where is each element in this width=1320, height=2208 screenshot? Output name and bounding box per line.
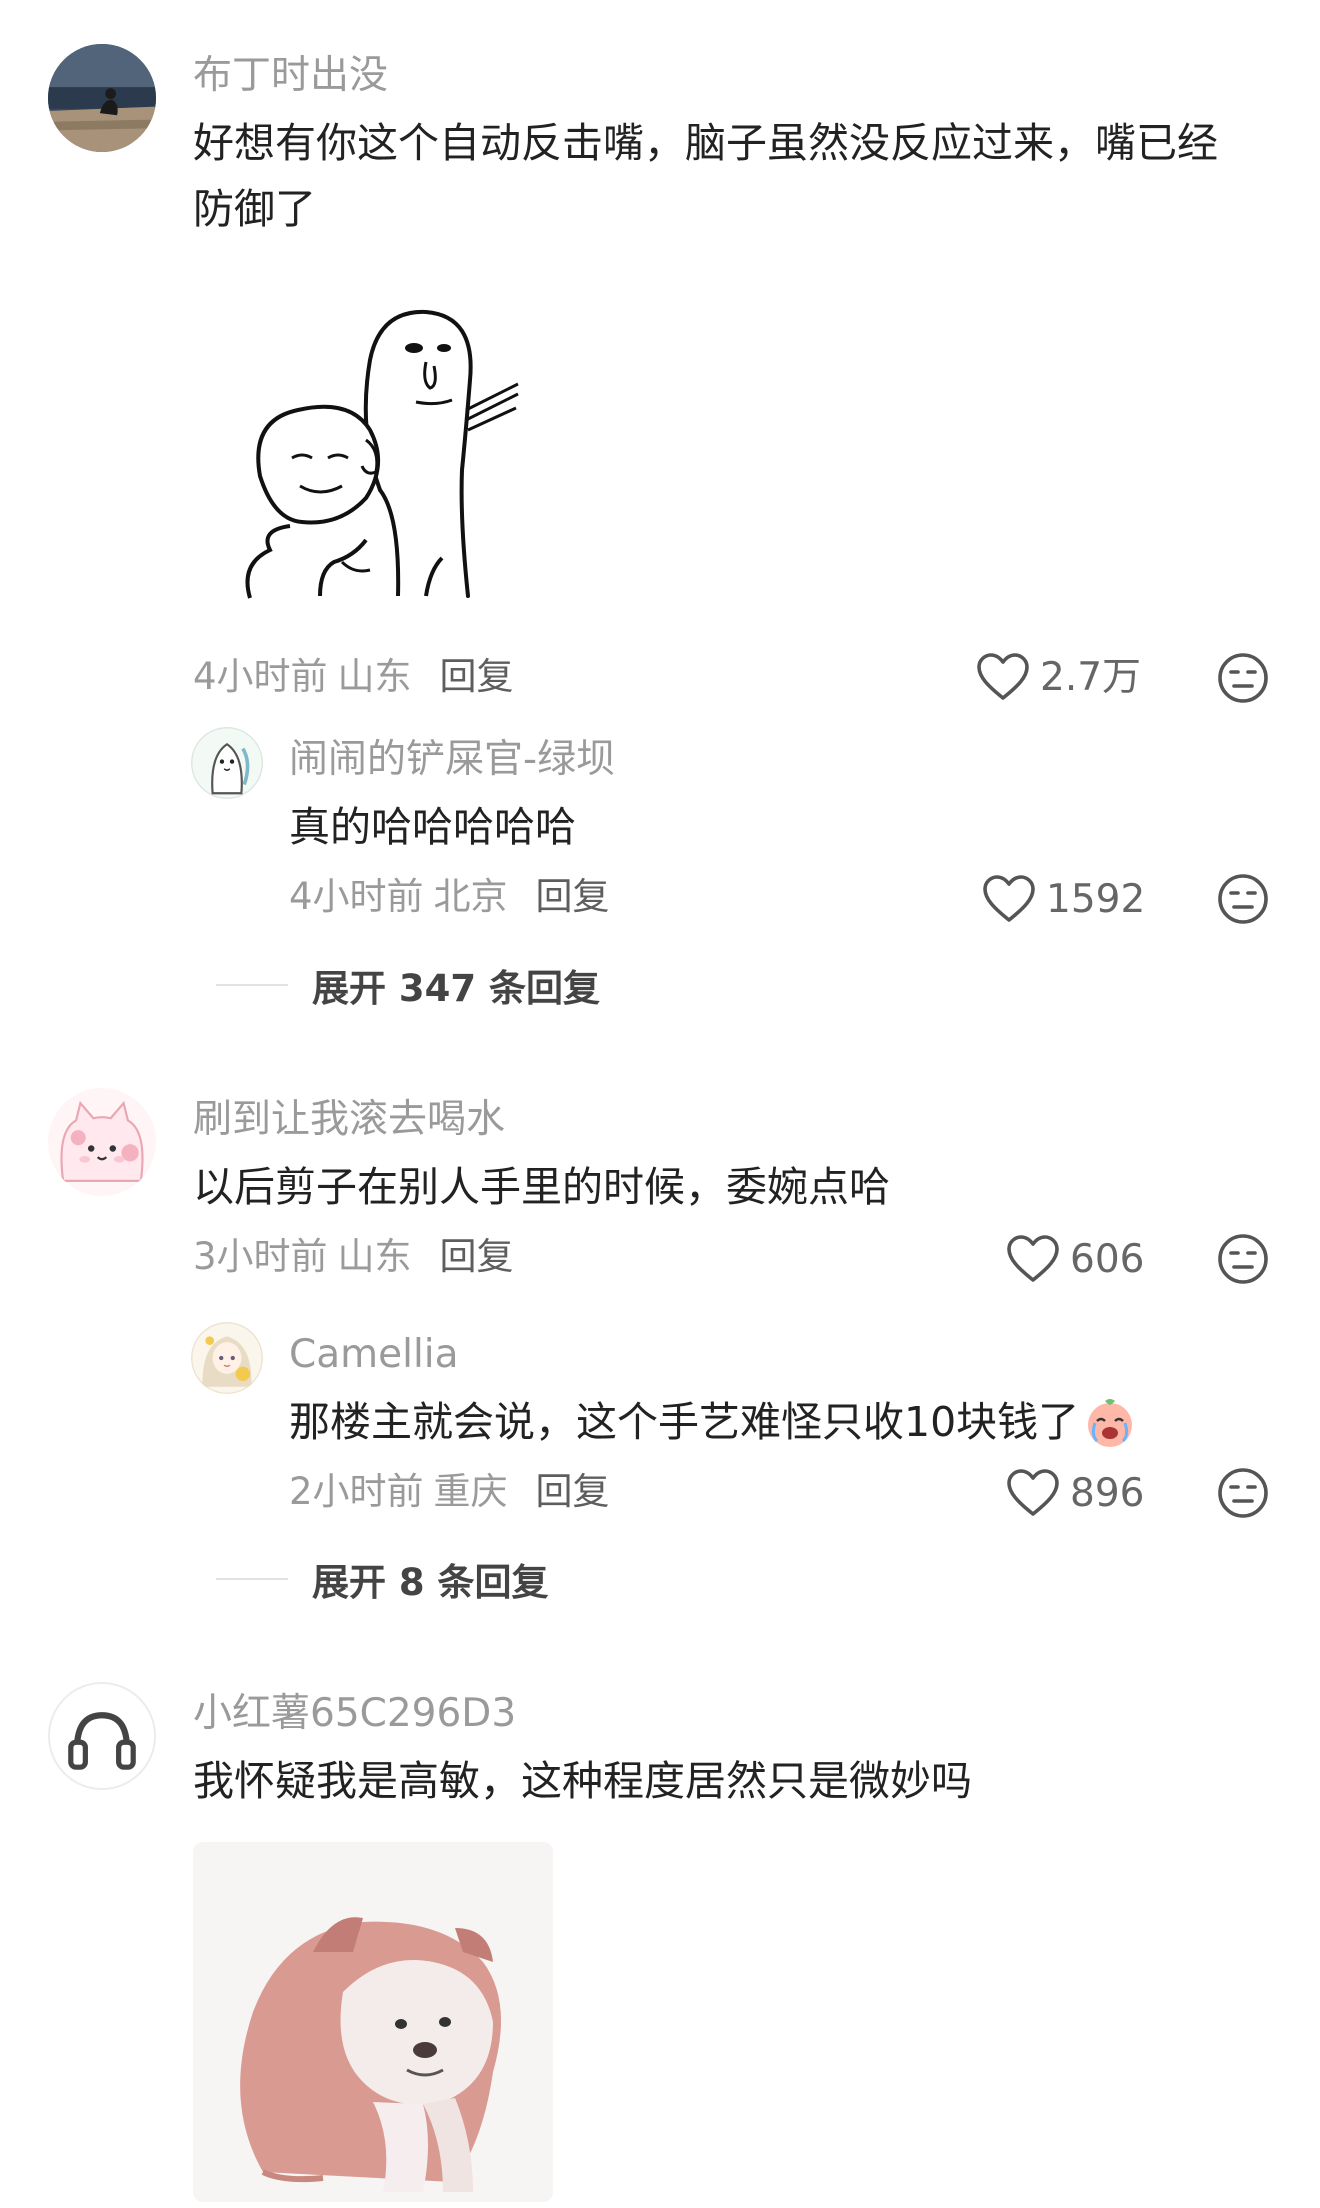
reply-meta: 4小时前 北京 回复 xyxy=(289,878,610,915)
meme-sticker-sad-dog[interactable] xyxy=(193,1842,553,2202)
avatar[interactable] xyxy=(48,1088,156,1196)
reply-button[interactable]: 回复 xyxy=(440,655,514,698)
comment-meta: 3小时前 山东 回复 xyxy=(193,1238,514,1275)
avatar[interactable] xyxy=(48,1682,156,1790)
comment-text[interactable]: 我怀疑我是高敏，这种程度居然只是微妙吗 xyxy=(193,1748,1313,1814)
reply-text[interactable]: 那楼主就会说，这个手艺难怪只收10块钱了 xyxy=(289,1389,1079,1455)
like-button[interactable]: 1592 xyxy=(982,874,1145,924)
reply-text-row: 那楼主就会说，这个手艺难怪只收10块钱了 xyxy=(289,1389,1137,1455)
comment-text[interactable]: 好想有你这个自动反击嘴，脑子虽然没反应过来，嘴已经防御了 xyxy=(193,110,1253,242)
avatar-pink-cat-cartoon xyxy=(48,1088,156,1196)
heart-outline-icon xyxy=(1007,1235,1059,1282)
reply-location: 北京 xyxy=(433,875,508,918)
expand-replies-button[interactable]: 展开 347 条回复 xyxy=(216,958,600,1012)
like-button[interactable]: 896 xyxy=(1006,1468,1144,1518)
heart-outline-icon xyxy=(977,653,1029,700)
comment-username[interactable]: 布丁时出没 xyxy=(193,56,388,95)
comment-location: 山东 xyxy=(337,1235,412,1278)
comment-time: 3小时前 xyxy=(193,1235,328,1278)
expressionless-face-icon[interactable] xyxy=(1216,651,1270,705)
divider xyxy=(216,1578,288,1580)
like-count: 2.7万 xyxy=(1040,654,1142,700)
like-count: 896 xyxy=(1070,1470,1145,1516)
crying-face-emoji xyxy=(1083,1395,1137,1449)
avatar-anime-girl xyxy=(191,1322,263,1394)
expressionless-face-icon[interactable] xyxy=(1216,872,1270,926)
like-count: 606 xyxy=(1070,1236,1145,1282)
meme-sticker-bald-heads[interactable] xyxy=(230,300,530,600)
reply-username[interactable]: 闹闹的铲屎官-绿坝 xyxy=(289,740,615,779)
headphones-icon xyxy=(68,1712,136,1770)
comment-time: 4小时前 xyxy=(193,655,328,698)
avatar[interactable] xyxy=(191,727,263,799)
reply-time: 2小时前 xyxy=(289,1470,424,1513)
like-button[interactable]: 606 xyxy=(1006,1234,1144,1284)
like-button[interactable]: 2.7万 xyxy=(976,652,1141,702)
reply-location: 重庆 xyxy=(433,1470,508,1513)
comment-username[interactable]: 小红薯65C296D3 xyxy=(193,1694,516,1733)
reply-button[interactable]: 回复 xyxy=(440,1235,514,1278)
avatar[interactable] xyxy=(191,1322,263,1394)
expressionless-face-icon[interactable] xyxy=(1216,1232,1270,1286)
expressionless-face-icon[interactable] xyxy=(1216,1466,1270,1520)
reply-meta: 2小时前 重庆 回复 xyxy=(289,1473,610,1510)
comment-location: 山东 xyxy=(337,655,412,698)
heart-outline-icon xyxy=(983,875,1035,922)
expand-replies-button[interactable]: 展开 8 条回复 xyxy=(216,1552,549,1606)
heart-outline-icon xyxy=(1007,1469,1059,1516)
comment-text[interactable]: 以后剪子在别人手里的时候，委婉点哈 xyxy=(193,1154,1313,1220)
avatar-ghost-cartoon xyxy=(191,727,263,799)
comment-meta: 4小时前 山东 回复 xyxy=(193,658,514,695)
divider xyxy=(216,984,288,986)
reply-button[interactable]: 回复 xyxy=(536,1470,610,1513)
expand-replies-label: 展开 8 条回复 xyxy=(312,1561,549,1604)
reply-username[interactable]: Camellia xyxy=(289,1335,459,1374)
avatar-lakeside-photo xyxy=(48,44,156,152)
expand-replies-label: 展开 347 条回复 xyxy=(312,967,600,1010)
reply-text[interactable]: 真的哈哈哈哈哈 xyxy=(289,794,1269,860)
like-count: 1592 xyxy=(1046,876,1146,922)
comment-username[interactable]: 刷到让我滚去喝水 xyxy=(193,1100,505,1139)
reply-time: 4小时前 xyxy=(289,875,424,918)
avatar[interactable] xyxy=(48,44,156,152)
reply-button[interactable]: 回复 xyxy=(536,875,610,918)
